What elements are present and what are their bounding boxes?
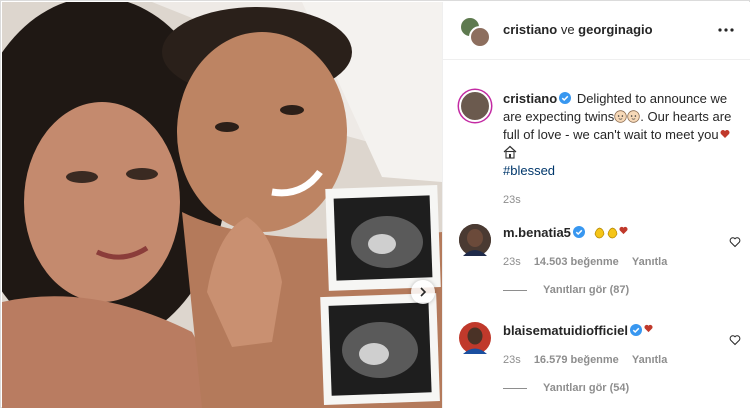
carousel-next-button[interactable]	[411, 280, 435, 304]
comment-item: blaisematuidiofficiel 23s 16.579 beğenme…	[459, 322, 741, 394]
comment-timestamp[interactable]: 23s	[503, 256, 521, 268]
more-horizontal-icon	[718, 28, 734, 32]
heart-icon	[720, 130, 730, 138]
reply-button[interactable]: Yanıtla	[632, 354, 667, 366]
author-link[interactable]: cristiano	[503, 22, 557, 37]
post-authors: cristiano ve georginagio	[503, 22, 653, 37]
comment-meta: 23s 16.579 beğenme Yanıtla	[503, 354, 741, 366]
hashtag-link[interactable]: #blessed	[503, 162, 739, 180]
clapping-hands-icon	[594, 227, 604, 239]
comment-likes[interactable]: 14.503 beğenme	[534, 256, 619, 268]
view-replies-button[interactable]: Yanıtları gör (87)	[503, 284, 741, 296]
avatar-image	[459, 224, 491, 256]
replies-divider	[503, 289, 527, 291]
comment-item: m.benatia5 23s 14.503 beğenme Yanıtla Ya…	[459, 224, 741, 296]
avatar-image	[459, 322, 491, 354]
heart-icon	[644, 324, 653, 333]
photo-illustration	[2, 2, 442, 408]
comment-timestamp[interactable]: 23s	[503, 354, 521, 366]
post-side-panel: cristiano ve georginagio cristiano Delig…	[442, 2, 750, 408]
avatar	[469, 26, 491, 48]
post-caption: cristiano Delighted to announce we are e…	[459, 90, 739, 206]
author-conjunction: ve	[560, 22, 575, 37]
reply-button[interactable]: Yanıtla	[632, 256, 667, 268]
comment-meta: 23s 14.503 beğenme Yanıtla	[503, 256, 741, 268]
post-photo[interactable]	[2, 2, 442, 408]
house-icon	[503, 145, 517, 159]
comment-text: m.benatia5	[503, 224, 741, 242]
post-header: cristiano ve georginagio	[443, 2, 750, 60]
more-options-button[interactable]	[715, 20, 737, 40]
chevron-right-icon	[420, 287, 427, 297]
heart-outline-icon[interactable]	[729, 334, 741, 346]
avatar[interactable]	[459, 224, 491, 256]
collab-avatars[interactable]	[459, 16, 491, 48]
baby-face-icon	[614, 110, 627, 123]
comment-username[interactable]: blaisematuidiofficiel	[503, 323, 628, 338]
clapping-hands-icon	[607, 227, 617, 239]
view-replies-button[interactable]: Yanıtları gör (54)	[503, 382, 741, 394]
comment-username[interactable]: m.benatia5	[503, 225, 571, 240]
post-modal: cristiano ve georginagio cristiano Delig…	[0, 0, 750, 408]
comment-likes[interactable]: 16.579 beğenme	[534, 354, 619, 366]
heart-outline-icon[interactable]	[729, 236, 741, 248]
caption-text: cristiano Delighted to announce we are e…	[503, 90, 739, 180]
verified-badge-icon	[559, 92, 572, 104]
avatar[interactable]	[459, 322, 491, 354]
view-replies-label: Yanıtları gör (87)	[543, 284, 630, 296]
baby-face-icon	[627, 110, 640, 123]
replies-divider	[503, 387, 527, 389]
verified-badge-icon	[572, 226, 585, 238]
verified-badge-icon	[629, 324, 642, 336]
comment-text: blaisematuidiofficiel	[503, 322, 741, 340]
view-replies-label: Yanıtları gör (54)	[543, 382, 630, 394]
heart-icon	[618, 226, 628, 235]
caption-username[interactable]: cristiano	[503, 91, 557, 106]
avatar[interactable]	[459, 90, 491, 122]
caption-timestamp[interactable]: 23s	[503, 194, 739, 206]
author-link[interactable]: georginagio	[578, 22, 652, 37]
